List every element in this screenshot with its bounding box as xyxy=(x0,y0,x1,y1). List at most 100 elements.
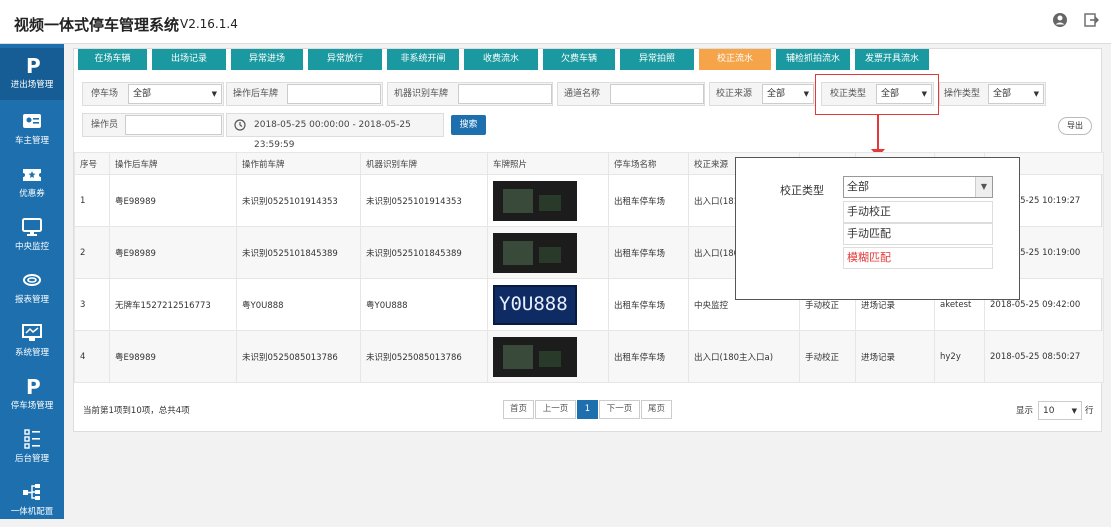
filter-op-type: 操作类型 全部 ▼ xyxy=(939,82,1046,106)
sidebar-item-entry-exit[interactable]: P 进出场管理 xyxy=(0,48,64,100)
pager-next-button[interactable]: 下一页 xyxy=(599,400,640,419)
operator-input[interactable] xyxy=(125,115,222,135)
sidebar-item-reports[interactable]: 报表管理 xyxy=(0,263,64,315)
chevron-down-icon: ▼ xyxy=(803,90,809,98)
pager-info: 当前第1项到10项，总共4项 xyxy=(83,406,190,416)
cell-no: 3 xyxy=(74,278,110,331)
highlight-box xyxy=(815,74,939,115)
sidebar-item-label: 后台管理 xyxy=(14,454,49,464)
after-plate-input[interactable] xyxy=(287,84,381,104)
cell-op: 进场记录 xyxy=(855,330,935,383)
filter-after-plate: 操作后车牌 xyxy=(226,82,383,106)
logout-icon[interactable] xyxy=(1083,12,1099,28)
filter-label: 操作后车牌 xyxy=(233,89,279,99)
tab-correction-flow[interactable]: 校正流水 xyxy=(699,49,771,70)
parking-p-icon: P xyxy=(26,54,41,76)
top-bar: 视频一体式停车管理系统 V2.16.1.4 xyxy=(0,0,1111,44)
cell-photo xyxy=(487,226,609,279)
filter-machine-plate: 机器识别车牌 xyxy=(387,82,553,106)
pager-first-button[interactable]: 首页 xyxy=(503,400,534,419)
cell-machine-plate: 未识别0525101914353 xyxy=(360,174,488,227)
sidebar-item-system[interactable]: 系统管理 xyxy=(0,316,64,368)
search-button[interactable]: 搜索 xyxy=(451,115,486,135)
source-select[interactable]: 全部 ▼ xyxy=(762,84,814,104)
cell-before-plate: 粤Y0U888 xyxy=(236,278,361,331)
correct-type-popup: 校正类型 全部 ▼ 手动校正 手动匹配 模糊匹配 xyxy=(735,157,1020,300)
table-row[interactable]: 4 粤E98989 未识别0525085013786 未识别0525085013… xyxy=(74,330,1104,383)
popup-correct-type-select[interactable]: 全部 ▼ xyxy=(843,176,993,198)
pager-last-button[interactable]: 尾页 xyxy=(641,400,672,419)
sidebar-item-owner[interactable]: 车主管理 xyxy=(0,104,64,156)
page-size-select[interactable]: 10 ▼ xyxy=(1038,401,1082,420)
tab-exit-records[interactable]: 出场记录 xyxy=(152,49,226,70)
plate-photo[interactable] xyxy=(493,232,577,273)
tab-abnormal-photo[interactable]: 异常拍照 xyxy=(620,49,694,70)
cell-before-plate: 未识别0525085013786 xyxy=(236,330,361,383)
plate-photo[interactable] xyxy=(493,336,577,377)
sidebar-item-coupon[interactable]: 优惠券 xyxy=(0,157,64,209)
sidebar-item-label: 进出场管理 xyxy=(10,80,54,90)
cell-after-plate: 无牌车1527212516773 xyxy=(109,278,237,331)
sidebar-item-label: 优惠券 xyxy=(19,189,45,199)
sidebar-item-label: 报表管理 xyxy=(14,295,49,305)
sidebar-item-parking-lot[interactable]: P 停车场管理 xyxy=(0,369,64,421)
parking-lot-select[interactable]: 全部 ▼ xyxy=(128,84,222,104)
cell-no: 1 xyxy=(74,174,110,227)
column-header: 机器识别车牌 xyxy=(360,152,488,175)
svg-text:P: P xyxy=(26,54,41,76)
list-icon xyxy=(24,429,40,449)
filter-label: 校正来源 xyxy=(716,89,753,99)
cell-machine-plate: 粤Y0U888 xyxy=(360,278,488,331)
cell-lot: 出租车停车场 xyxy=(608,330,689,383)
annotation-arrow-line xyxy=(877,115,879,152)
cell-before-plate: 未识别0525101914353 xyxy=(236,174,361,227)
channel-input[interactable] xyxy=(610,84,704,104)
cell-photo: Y0U888 xyxy=(487,278,609,331)
tab-arrears-vehicles[interactable]: 欠费车辆 xyxy=(543,49,615,70)
id-card-icon xyxy=(23,114,41,128)
op-type-select[interactable]: 全部 ▼ xyxy=(988,84,1044,104)
sidebar-item-monitor[interactable]: 中央监控 xyxy=(0,210,64,262)
cell-no: 4 xyxy=(74,330,110,383)
export-button[interactable]: 导出 xyxy=(1058,117,1092,135)
tab-aux-capture-flow[interactable]: 辅检抓拍流水 xyxy=(776,49,850,70)
column-header: 操作后车牌 xyxy=(109,152,237,175)
user-circle-icon[interactable] xyxy=(1052,12,1068,28)
chevron-down-icon: ▼ xyxy=(1071,407,1077,415)
plate-photo[interactable]: Y0U888 xyxy=(493,284,577,325)
tab-abnormal-entry[interactable]: 异常进场 xyxy=(231,49,303,70)
plate-photo[interactable] xyxy=(493,180,577,221)
sidebar: P 进出场管理 车主管理 优惠券 中央监控 报表管理 系统管理 P 停车场管理 … xyxy=(0,44,64,519)
popup-label: 校正类型 xyxy=(780,184,824,197)
pager-prev-button[interactable]: 上一页 xyxy=(535,400,576,419)
chevron-down-icon: ▼ xyxy=(1033,90,1039,98)
filter-date-range[interactable]: 2018-05-25 00:00:00 - 2018-05-25 23:59:5… xyxy=(226,113,444,150)
tab-non-system-gate[interactable]: 非系统开闸 xyxy=(387,49,459,70)
popup-option-manual-correct[interactable]: 手动校正 xyxy=(843,201,993,223)
display-settings-icon xyxy=(22,324,42,341)
cell-photo xyxy=(487,330,609,383)
cell-after-plate: 粤E98989 xyxy=(109,174,237,227)
date-range-value: 2018-05-25 00:00:00 - 2018-05-25 23:59:5… xyxy=(254,120,411,150)
sidebar-item-label: 中央监控 xyxy=(14,242,49,252)
popup-option-fuzzy-match[interactable]: 模糊匹配 xyxy=(843,247,993,269)
tab-charge-flow[interactable]: 收费流水 xyxy=(464,49,538,70)
tab-abnormal-release[interactable]: 异常放行 xyxy=(308,49,382,70)
pager-page-button[interactable]: 1 xyxy=(577,400,598,419)
sidebar-item-label: 一体机配置 xyxy=(10,507,54,517)
filter-channel: 通道名称 xyxy=(557,82,705,106)
tab-invoice-flow[interactable]: 发票开具流水 xyxy=(855,49,929,70)
sidebar-item-device-config[interactable]: 一体机配置 xyxy=(0,475,64,527)
svg-text:P: P xyxy=(26,375,41,397)
cell-time: 2018-05-25 08:50:27 xyxy=(984,330,1104,383)
sidebar-item-label: 系统管理 xyxy=(14,348,49,358)
sidebar-item-backend[interactable]: 后台管理 xyxy=(0,422,64,474)
network-icon xyxy=(23,484,40,500)
cell-lot: 出租车停车场 xyxy=(608,174,689,227)
select-value: 全部 xyxy=(767,89,786,99)
filter-label: 操作员 xyxy=(91,120,119,130)
popup-option-manual-match[interactable]: 手动匹配 xyxy=(843,223,993,245)
tab-in-lot-vehicles[interactable]: 在场车辆 xyxy=(78,49,147,70)
parking-p-icon: P xyxy=(26,375,41,397)
machine-plate-input[interactable] xyxy=(458,84,552,104)
